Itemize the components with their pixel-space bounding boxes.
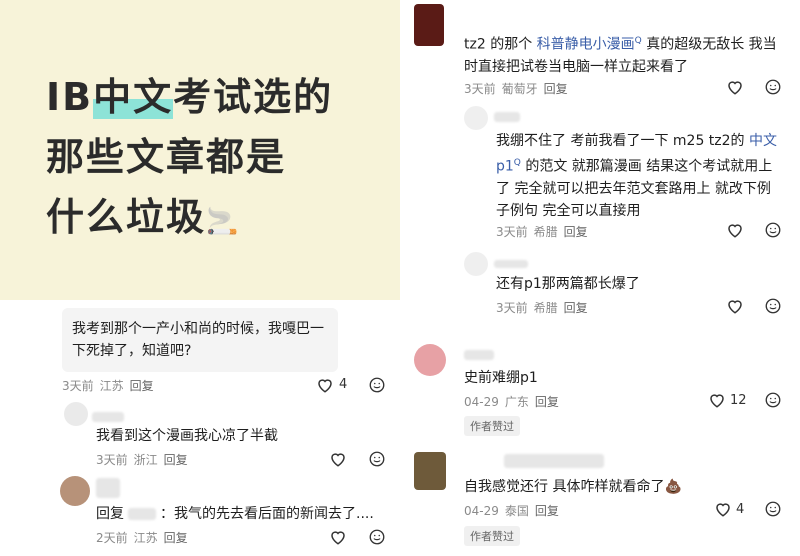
reply-button[interactable]: 回复 <box>535 395 559 409</box>
search-link-icon[interactable]: Q <box>514 158 521 168</box>
emoji-react-icon[interactable] <box>764 500 782 518</box>
like-heart-icon[interactable] <box>726 78 744 96</box>
avatar[interactable] <box>414 344 446 376</box>
poster-title-line-2: 那些文章都是 <box>46 135 287 179</box>
reply-button[interactable]: 回复 <box>535 504 559 518</box>
username-blurred[interactable] <box>494 112 520 122</box>
like-heart-icon[interactable] <box>316 376 334 394</box>
reply-button[interactable]: 回复 <box>164 453 188 467</box>
avatar[interactable] <box>414 452 446 490</box>
reply-button[interactable]: 回复 <box>130 379 154 393</box>
search-link-icon[interactable]: Q <box>635 36 642 46</box>
comment-text: 史前难绷p1 <box>464 370 538 386</box>
comment-meta: 2天前 江苏 回复 <box>96 531 188 545</box>
reply-button[interactable]: 回复 <box>544 82 568 96</box>
poster-title-line-3: 什么垃圾🚬 <box>46 195 241 239</box>
like-heart-icon[interactable] <box>329 528 347 546</box>
comment-meta: 04-29 泰国 回复 <box>464 504 559 518</box>
emoji-react-icon[interactable] <box>764 78 782 96</box>
emoji-react-icon[interactable] <box>368 376 386 394</box>
reply-target-blurred[interactable] <box>128 508 156 520</box>
panel-divider <box>400 0 412 556</box>
avatar[interactable] <box>64 402 88 426</box>
reply-button[interactable]: 回复 <box>164 531 188 545</box>
reply-button[interactable]: 回复 <box>564 301 588 315</box>
author-liked-badge: 作者赞过 <box>464 416 520 436</box>
username-blurred[interactable] <box>92 412 124 422</box>
like-heart-icon[interactable] <box>329 450 347 468</box>
avatar[interactable] <box>60 476 90 506</box>
username-blurred[interactable] <box>494 260 528 268</box>
emoji-react-icon[interactable] <box>764 297 782 315</box>
like-count: 4 <box>339 377 348 392</box>
comment-text: 自我感觉还行 具体咋样就看命了💩 <box>464 479 682 495</box>
comment-meta: 3天前 江苏 回复 <box>62 379 154 393</box>
post-image: IB中文考试选的 那些文章都是 什么垃圾🚬 <box>0 0 400 300</box>
comment-meta: 3天前 希腊 回复 <box>496 225 588 239</box>
comment-text: tz2 的那个 科普静电小漫画Q 真的超级无敌长 我当时直接把试卷当电脑一样立起… <box>464 36 777 75</box>
poster-title-line-1: IB中文考试选的 <box>46 75 334 119</box>
avatar[interactable] <box>464 106 488 130</box>
emoji-react-icon[interactable] <box>764 221 782 239</box>
search-link[interactable]: 科普静电小漫画 <box>537 37 635 53</box>
comment-text: 我考到那个一产小和尚的时候，我嘎巴一下死掉了，知道吧? <box>72 321 324 359</box>
like-count: 4 <box>736 502 745 517</box>
username-blurred[interactable] <box>464 350 494 360</box>
emoji-react-icon[interactable] <box>368 450 386 468</box>
username-blurred[interactable] <box>504 454 604 468</box>
like-heart-icon[interactable] <box>726 221 744 239</box>
comment-text: 回复 ：我气的先去看后面的新闻去了.... <box>96 506 374 522</box>
reply-button[interactable]: 回复 <box>564 225 588 239</box>
emoji-react-icon[interactable] <box>368 528 386 546</box>
comment-meta: 3天前 希腊 回复 <box>496 301 588 315</box>
username-blurred[interactable] <box>96 478 120 498</box>
comment-text: 还有p1那两篇都长爆了 <box>496 276 640 292</box>
comment-meta: 3天前 浙江 回复 <box>96 453 188 467</box>
like-count: 12 <box>730 393 747 408</box>
avatar[interactable] <box>414 4 444 46</box>
comment-meta: 04-29 广东 回复 <box>464 395 559 409</box>
like-heart-icon[interactable] <box>714 500 732 518</box>
cigarette-emoji: 🚬 <box>206 207 241 237</box>
like-heart-icon[interactable] <box>708 391 726 409</box>
emoji-react-icon[interactable] <box>764 391 782 409</box>
comment-text: 我看到这个漫画我心凉了半截 <box>96 428 278 444</box>
author-liked-badge: 作者赞过 <box>464 526 520 546</box>
avatar[interactable] <box>464 252 488 276</box>
comment-meta: 3天前 葡萄牙 回复 <box>464 82 568 96</box>
comment-text: 我绷不住了 考前我看了一下 m25 tz2的 中文p1Q 的范文 就那篇漫画 结… <box>496 133 777 219</box>
like-heart-icon[interactable] <box>726 297 744 315</box>
